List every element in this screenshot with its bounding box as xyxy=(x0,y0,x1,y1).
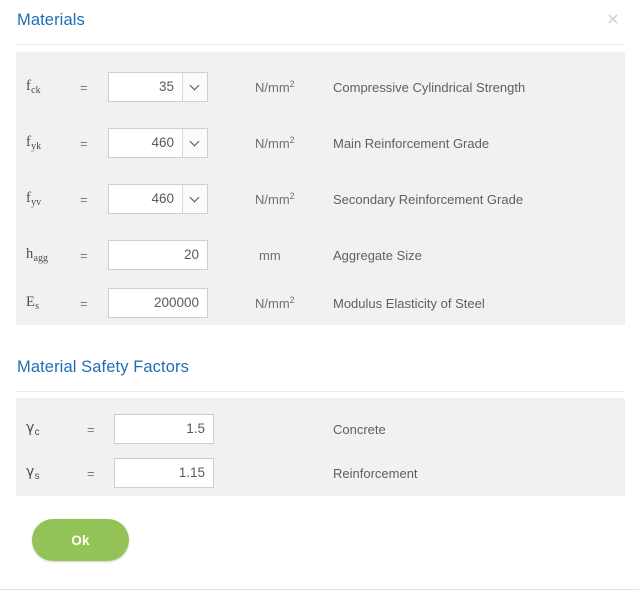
unit-label: mm xyxy=(259,248,281,263)
row-symbol-es: Es xyxy=(26,294,40,312)
row-description: Reinforcement xyxy=(333,466,418,481)
row-symbol-fck: fck xyxy=(26,78,41,96)
fyk-select[interactable]: 460 xyxy=(108,128,208,158)
safety-factors-panel: γc = 1.5 Concrete γs = 1.15 Reinforcemen… xyxy=(16,398,625,496)
unit-label: N/mm2 xyxy=(255,79,295,95)
close-icon[interactable]: × xyxy=(605,11,621,27)
equals-sign: = xyxy=(80,248,88,263)
unit-label: N/mm2 xyxy=(255,295,295,311)
unit-text: N/mm xyxy=(255,192,290,207)
fyv-select[interactable]: 460 xyxy=(108,184,208,214)
equals-sign: = xyxy=(80,136,88,151)
unit-label: N/mm2 xyxy=(255,135,295,151)
row-symbol-fyv: fyv xyxy=(26,190,42,208)
symbol-base: γ xyxy=(26,464,35,480)
row-symbol-hagg: hagg xyxy=(26,246,48,264)
row-description: Main Reinforcement Grade xyxy=(333,136,490,151)
symbol-base: E xyxy=(26,294,35,310)
chevron-down-icon[interactable] xyxy=(183,129,207,157)
symbol-base: h xyxy=(26,246,34,262)
unit-text: N/mm xyxy=(255,80,290,95)
row-description: Modulus Elasticity of Steel xyxy=(333,296,485,311)
unit-text: N/mm xyxy=(255,136,290,151)
section-divider xyxy=(16,391,625,392)
row-description: Concrete xyxy=(333,422,386,437)
row-description: Secondary Reinforcement Grade xyxy=(333,192,524,207)
table-row: γs = 1.15 Reinforcement xyxy=(16,444,625,500)
fyk-select-value: 460 xyxy=(109,129,183,157)
unit-label: N/mm2 xyxy=(255,191,295,207)
symbol-subscript: yk xyxy=(31,141,42,152)
dialog-header: Materials × xyxy=(0,0,639,45)
table-row: fyk = 460 N/mm2 Main Reinforcement Grade xyxy=(16,114,625,170)
materials-dialog: Materials × fck = 35 N/mm2 Compressive C… xyxy=(0,0,639,590)
chevron-down-icon[interactable] xyxy=(183,185,207,213)
symbol-subscript: s xyxy=(35,301,40,312)
equals-sign: = xyxy=(87,422,95,437)
row-description: Compressive Cylindrical Strength xyxy=(333,80,526,95)
unit-text: N/mm xyxy=(255,296,290,311)
unit-exponent: 2 xyxy=(289,135,295,145)
equals-sign: = xyxy=(80,296,88,311)
row-symbol-gamma-s: γs xyxy=(26,464,40,482)
symbol-subscript: ck xyxy=(31,85,41,96)
table-row: fyv = 460 N/mm2 Secondary Reinforcement … xyxy=(16,170,625,226)
symbol-subscript: yv xyxy=(31,197,42,208)
materials-panel: fck = 35 N/mm2 Compressive Cylindrical S… xyxy=(16,52,625,325)
section-title-safety-factors: Material Safety Factors xyxy=(17,358,189,376)
gamma-s-input[interactable]: 1.15 xyxy=(114,458,214,488)
header-divider xyxy=(16,44,625,45)
unit-exponent: 2 xyxy=(289,79,295,89)
row-symbol-gamma-c: γc xyxy=(26,420,40,438)
unit-exponent: 2 xyxy=(289,191,295,201)
unit-exponent: 2 xyxy=(289,295,295,305)
unit-text: mm xyxy=(259,248,281,263)
page-title: Materials xyxy=(17,11,85,29)
table-row: Es = 200000 N/mm2 Modulus Elasticity of … xyxy=(16,274,625,330)
fck-select-value: 35 xyxy=(109,73,183,101)
es-input[interactable]: 200000 xyxy=(108,288,208,318)
fck-select[interactable]: 35 xyxy=(108,72,208,102)
fyv-select-value: 460 xyxy=(109,185,183,213)
equals-sign: = xyxy=(80,80,88,95)
row-symbol-fyk: fyk xyxy=(26,134,42,152)
hagg-input[interactable]: 20 xyxy=(108,240,208,270)
equals-sign: = xyxy=(87,466,95,481)
symbol-subscript: c xyxy=(34,427,40,438)
symbol-subscript: agg xyxy=(33,253,48,264)
chevron-down-icon[interactable] xyxy=(183,73,207,101)
symbol-base: γ xyxy=(26,420,35,436)
table-row: fck = 35 N/mm2 Compressive Cylindrical S… xyxy=(16,58,625,114)
gamma-c-input[interactable]: 1.5 xyxy=(114,414,214,444)
ok-button[interactable]: Ok xyxy=(32,519,129,561)
symbol-subscript: s xyxy=(34,471,40,482)
row-description: Aggregate Size xyxy=(333,248,422,263)
equals-sign: = xyxy=(80,192,88,207)
